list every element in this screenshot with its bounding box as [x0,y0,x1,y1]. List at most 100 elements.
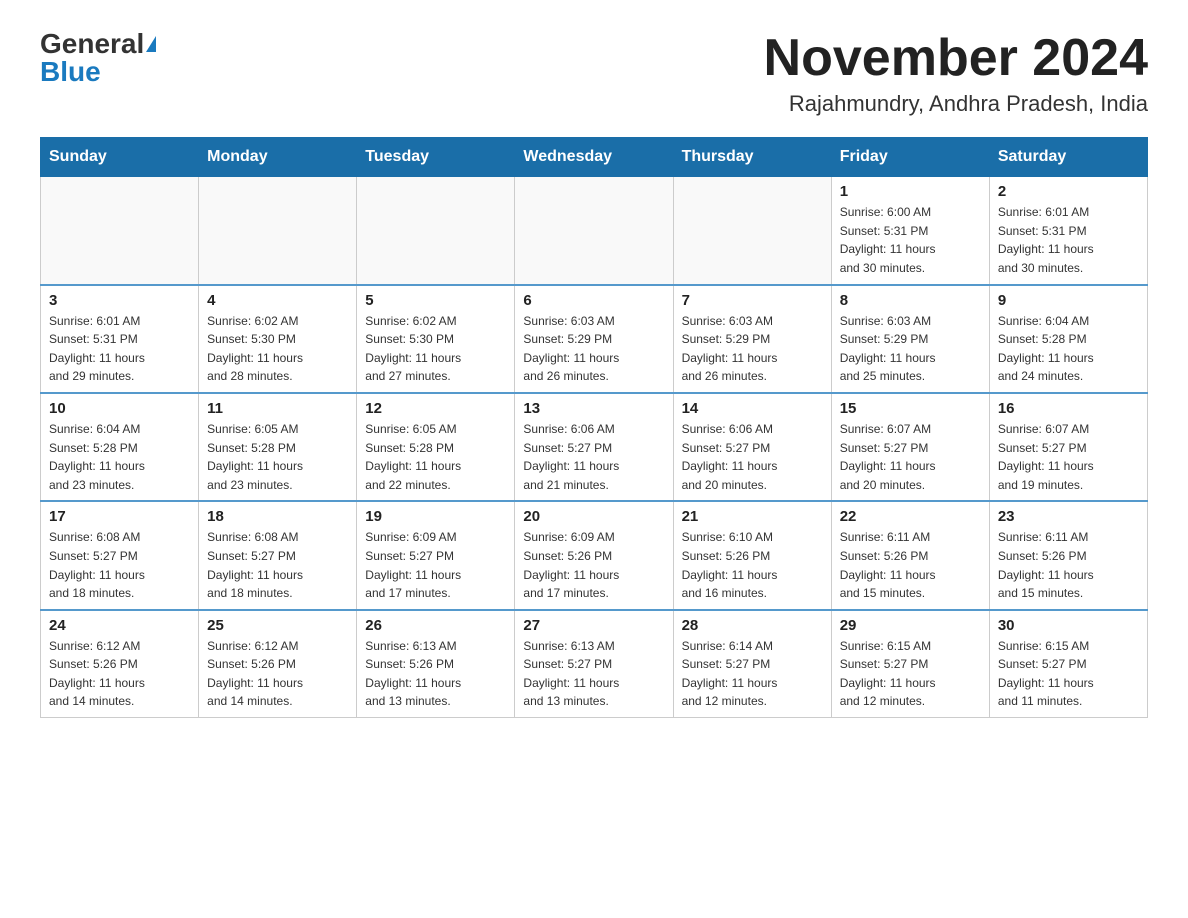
day-number: 10 [49,400,190,417]
table-row: 22Sunrise: 6:11 AMSunset: 5:26 PMDayligh… [831,501,989,609]
day-info: Sunrise: 6:09 AMSunset: 5:27 PMDaylight:… [365,528,506,602]
table-row: 4 Sunrise: 6:02 AMSunset: 5:30 PMDaylight… [199,285,357,393]
day-info: Sunrise: 6:08 AMSunset: 5:27 PMDaylight:… [49,528,190,602]
location-subtitle: Rajahmundry, Andhra Pradesh, India [764,91,1148,117]
day-number: 6 [523,292,664,309]
table-row: 13 Sunrise: 6:06 AMSunset: 5:27 PMDayligh… [515,393,673,501]
header-sunday: Sunday [41,138,199,177]
day-number: 11 [207,400,348,417]
day-number: 23 [998,508,1139,525]
day-info: Sunrise: 6:15 AMSunset: 5:27 PMDaylight:… [998,637,1139,711]
day-info: Sunrise: 6:07 AMSunset: 5:27 PMDaylight:… [998,420,1139,494]
table-row: 27 Sunrise: 6:13 AMSunset: 5:27 PMDayligh… [515,610,673,718]
table-row: 7 Sunrise: 6:03 AMSunset: 5:29 PMDaylight… [673,285,831,393]
day-number: 9 [998,292,1139,309]
table-row: 19 Sunrise: 6:09 AMSunset: 5:27 PMDayligh… [357,501,515,609]
table-row: 18Sunrise: 6:08 AMSunset: 5:27 PMDayligh… [199,501,357,609]
table-row: 9 Sunrise: 6:04 AMSunset: 5:28 PMDaylight… [989,285,1147,393]
day-number: 30 [998,617,1139,634]
table-row: 6 Sunrise: 6:03 AMSunset: 5:29 PMDaylight… [515,285,673,393]
header-thursday: Thursday [673,138,831,177]
day-number: 29 [840,617,981,634]
day-number: 13 [523,400,664,417]
table-row: 17 Sunrise: 6:08 AMSunset: 5:27 PMDayligh… [41,501,199,609]
logo: General Blue [40,30,156,86]
table-row: 23 Sunrise: 6:11 AMSunset: 5:26 PMDayligh… [989,501,1147,609]
day-info: Sunrise: 6:04 AMSunset: 5:28 PMDaylight:… [49,420,190,494]
day-number: 14 [682,400,823,417]
day-info: Sunrise: 6:11 AMSunset: 5:26 PMDaylight:… [998,528,1139,602]
header-monday: Monday [199,138,357,177]
day-info: Sunrise: 6:15 AMSunset: 5:27 PMDaylight:… [840,637,981,711]
day-number: 27 [523,617,664,634]
day-info: Sunrise: 6:03 AMSunset: 5:29 PMDaylight:… [682,312,823,386]
calendar-week-row: 3Sunrise: 6:01 AMSunset: 5:31 PMDaylight… [41,285,1148,393]
table-row: 2 Sunrise: 6:01 AMSunset: 5:31 PMDaylight… [989,177,1147,285]
day-number: 26 [365,617,506,634]
logo-triangle-icon [146,36,156,52]
day-info: Sunrise: 6:13 AMSunset: 5:26 PMDaylight:… [365,637,506,711]
day-number: 12 [365,400,506,417]
month-title: November 2024 [764,30,1148,87]
table-row: 30 Sunrise: 6:15 AMSunset: 5:27 PMDayligh… [989,610,1147,718]
table-row: 15 Sunrise: 6:07 AMSunset: 5:27 PMDayligh… [831,393,989,501]
table-row: 21 Sunrise: 6:10 AMSunset: 5:26 PMDayligh… [673,501,831,609]
table-row: 20 Sunrise: 6:09 AMSunset: 5:26 PMDayligh… [515,501,673,609]
day-info: Sunrise: 6:06 AMSunset: 5:27 PMDaylight:… [682,420,823,494]
day-number: 17 [49,508,190,525]
table-row: 5 Sunrise: 6:02 AMSunset: 5:30 PMDaylight… [357,285,515,393]
table-row [673,177,831,285]
table-row: 26 Sunrise: 6:13 AMSunset: 5:26 PMDayligh… [357,610,515,718]
day-info: Sunrise: 6:12 AMSunset: 5:26 PMDaylight:… [49,637,190,711]
header-tuesday: Tuesday [357,138,515,177]
calendar-title-area: November 2024 Rajahmundry, Andhra Prades… [764,30,1148,117]
calendar-week-row: 1Sunrise: 6:00 AMSunset: 5:31 PMDaylight… [41,177,1148,285]
table-row: 24 Sunrise: 6:12 AMSunset: 5:26 PMDayligh… [41,610,199,718]
day-number: 15 [840,400,981,417]
day-number: 21 [682,508,823,525]
day-number: 5 [365,292,506,309]
day-info: Sunrise: 6:07 AMSunset: 5:27 PMDaylight:… [840,420,981,494]
table-row: 10 Sunrise: 6:04 AMSunset: 5:28 PMDayligh… [41,393,199,501]
day-number: 18 [207,508,348,525]
header-friday: Friday [831,138,989,177]
day-info: Sunrise: 6:04 AMSunset: 5:28 PMDaylight:… [998,312,1139,386]
header-saturday: Saturday [989,138,1147,177]
day-info: Sunrise: 6:01 AMSunset: 5:31 PMDaylight:… [998,203,1139,277]
table-row [515,177,673,285]
page-header: General Blue November 2024 Rajahmundry, … [40,30,1148,117]
day-number: 7 [682,292,823,309]
day-number: 25 [207,617,348,634]
calendar-week-row: 10 Sunrise: 6:04 AMSunset: 5:28 PMDayligh… [41,393,1148,501]
day-number: 4 [207,292,348,309]
table-row: 12 Sunrise: 6:05 AMSunset: 5:28 PMDayligh… [357,393,515,501]
day-info: Sunrise: 6:02 AMSunset: 5:30 PMDaylight:… [365,312,506,386]
table-row: 16 Sunrise: 6:07 AMSunset: 5:27 PMDayligh… [989,393,1147,501]
day-number: 19 [365,508,506,525]
day-info: Sunrise: 6:05 AMSunset: 5:28 PMDaylight:… [207,420,348,494]
weekday-header-row: Sunday Monday Tuesday Wednesday Thursday… [41,138,1148,177]
day-number: 3 [49,292,190,309]
day-number: 20 [523,508,664,525]
table-row: 25Sunrise: 6:12 AMSunset: 5:26 PMDayligh… [199,610,357,718]
header-wednesday: Wednesday [515,138,673,177]
day-info: Sunrise: 6:09 AMSunset: 5:26 PMDaylight:… [523,528,664,602]
day-number: 8 [840,292,981,309]
calendar-table: Sunday Monday Tuesday Wednesday Thursday… [40,137,1148,718]
day-info: Sunrise: 6:03 AMSunset: 5:29 PMDaylight:… [840,312,981,386]
day-info: Sunrise: 6:05 AMSunset: 5:28 PMDaylight:… [365,420,506,494]
logo-general-text: General [40,30,144,58]
day-info: Sunrise: 6:10 AMSunset: 5:26 PMDaylight:… [682,528,823,602]
day-info: Sunrise: 6:02 AMSunset: 5:30 PMDaylight:… [207,312,348,386]
day-info: Sunrise: 6:03 AMSunset: 5:29 PMDaylight:… [523,312,664,386]
table-row: 29 Sunrise: 6:15 AMSunset: 5:27 PMDayligh… [831,610,989,718]
day-info: Sunrise: 6:06 AMSunset: 5:27 PMDaylight:… [523,420,664,494]
table-row [199,177,357,285]
table-row: 11 Sunrise: 6:05 AMSunset: 5:28 PMDayligh… [199,393,357,501]
day-number: 24 [49,617,190,634]
day-info: Sunrise: 6:13 AMSunset: 5:27 PMDaylight:… [523,637,664,711]
day-number: 2 [998,183,1139,200]
calendar-week-row: 24 Sunrise: 6:12 AMSunset: 5:26 PMDayligh… [41,610,1148,718]
day-info: Sunrise: 6:00 AMSunset: 5:31 PMDaylight:… [840,203,981,277]
day-number: 16 [998,400,1139,417]
